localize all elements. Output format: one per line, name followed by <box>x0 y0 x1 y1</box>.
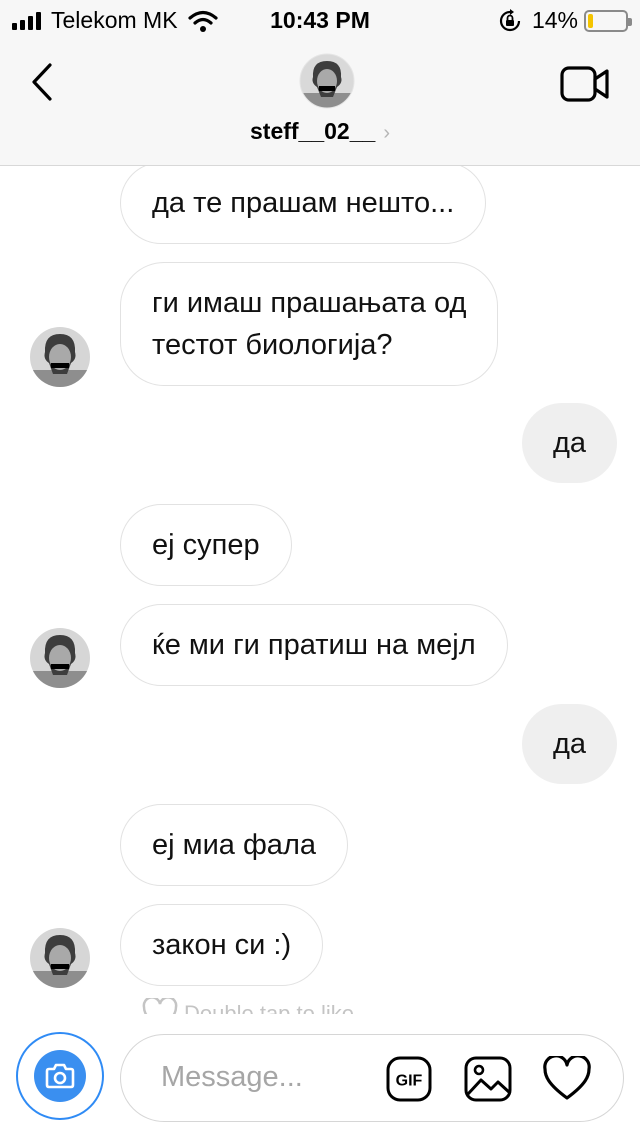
message-text: еј миа фала <box>152 829 316 861</box>
message-text: да те прашам нешто... <box>152 187 455 219</box>
like-hint-text: Double tap to like <box>184 1001 354 1014</box>
camera-button[interactable] <box>16 1032 104 1120</box>
chevron-right-icon: › <box>383 122 390 144</box>
heart-icon <box>543 1054 591 1100</box>
message-input[interactable] <box>161 1055 371 1099</box>
message-bubble[interactable]: еј миа фала <box>120 804 348 886</box>
video-call-icon[interactable] <box>560 64 610 104</box>
message-bubble[interactable]: ги имаш прашањата од тестот биологија? <box>120 262 499 386</box>
status-bar: Telekom MK 10:43 PM 14% <box>0 0 640 40</box>
message-text: да <box>553 728 587 760</box>
avatar[interactable] <box>29 627 91 689</box>
message-text: ги имаш прашањата од <box>152 287 467 319</box>
message-bubble[interactable]: да те прашам нешто... <box>120 166 487 244</box>
message-text: тестот биологија? <box>152 329 393 361</box>
camera-icon <box>45 1063 75 1089</box>
message-text: ќе ми ги пратиш на мејл <box>152 629 476 661</box>
dm-screen: Telekom MK 10:43 PM 14% steff__02__ › да… <box>0 0 640 1136</box>
battery-level <box>588 13 593 28</box>
gallery-button[interactable] <box>464 1056 512 1102</box>
battery-icon <box>584 9 632 32</box>
message-text: еј супер <box>152 529 260 561</box>
battery-percent: 14% <box>531 7 578 33</box>
heart-outline-icon <box>142 998 178 1014</box>
message-bubble[interactable]: да <box>522 704 618 784</box>
message-bubble[interactable]: еј супер <box>120 504 292 586</box>
gif-button[interactable]: GIF <box>386 1056 432 1102</box>
gif-label: GIF <box>396 1073 423 1090</box>
back-chevron-icon <box>32 63 52 101</box>
message-bubble[interactable]: ќе ми ги пратиш на мејл <box>120 604 508 686</box>
username-label: steff__02__ <box>250 118 376 144</box>
gif-icon: GIF <box>386 1056 432 1102</box>
message-field[interactable]: GIF <box>120 1034 624 1122</box>
gallery-icon <box>464 1056 512 1102</box>
message-list[interactable]: да те прашам нешто... ги имаш прашањата … <box>0 166 640 1014</box>
message-bubble[interactable]: да <box>522 403 618 483</box>
message-bubble[interactable]: закон си :) <box>120 904 324 986</box>
avatar[interactable] <box>29 326 91 388</box>
username-title[interactable]: steff__02__ › <box>0 118 640 145</box>
chat-header: steff__02__ › <box>0 40 640 166</box>
avatar[interactable] <box>299 53 355 109</box>
rotation-lock-icon <box>499 8 521 31</box>
message-text: да <box>553 427 587 459</box>
message-text: закон си :) <box>152 929 292 961</box>
avatar[interactable] <box>29 927 91 989</box>
back-button[interactable] <box>22 60 62 104</box>
like-button[interactable] <box>542 1054 592 1102</box>
double-tap-like-hint: Double tap to like <box>142 998 354 1014</box>
message-composer: GIF <box>0 1014 640 1136</box>
